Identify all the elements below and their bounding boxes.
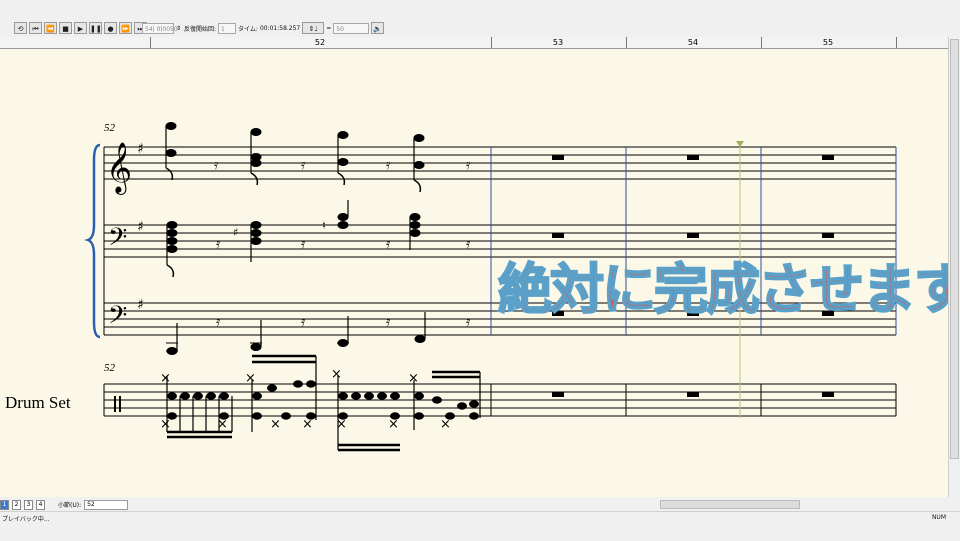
- bass-clef-icon: 𝄢: [108, 301, 127, 336]
- bar-number-input[interactable]: 52: [84, 499, 129, 510]
- speaker-icon[interactable]: 🔈: [371, 22, 385, 34]
- measure-ruler: 52 53 54 55: [0, 37, 948, 49]
- svg-text:×: ×: [336, 417, 347, 432]
- percussion-clef-icon: [119, 396, 121, 412]
- bass1-accidentals: ♯♮: [233, 219, 326, 239]
- ruler-tick: [761, 37, 762, 48]
- overlay-caption: 絶対に完成させます: [497, 257, 960, 322]
- svg-text:𝄿: 𝄿: [386, 314, 391, 330]
- svg-text:♯: ♯: [233, 226, 238, 239]
- measure-number-drums: 52: [104, 362, 116, 374]
- position-field[interactable]: 54| 0|0050: [142, 22, 178, 34]
- svg-text:𝄿: 𝄿: [214, 157, 219, 173]
- svg-text:𝄿: 𝄿: [466, 314, 471, 330]
- ruler-tick: [896, 37, 897, 48]
- svg-text:𝄿: 𝄿: [301, 157, 306, 173]
- rewind-start-button[interactable]: ⏮: [29, 22, 42, 34]
- ruler-measure-55[interactable]: 55: [823, 37, 833, 48]
- page-button-3[interactable]: 3: [24, 499, 33, 510]
- svg-text:×: ×: [160, 371, 171, 386]
- num-lock-indicator: NUM: [931, 514, 946, 521]
- ruler-tick: [491, 37, 492, 48]
- page-button-1[interactable]: 1: [0, 499, 9, 510]
- vertical-scrollbar[interactable]: [948, 37, 960, 497]
- ruler-tick: [150, 37, 151, 48]
- scroll-thumb[interactable]: [660, 500, 800, 509]
- stop-button[interactable]: ■: [59, 22, 72, 34]
- treble-staff: [104, 146, 896, 180]
- svg-text:×: ×: [160, 417, 171, 432]
- transport-controls: ⟲ ⏮ ⏪ ■ ▶ ❚❚ ● ⏩ ⏭: [14, 21, 147, 35]
- svg-text:𝄿: 𝄿: [301, 236, 306, 252]
- page-button-2[interactable]: 2: [12, 499, 21, 510]
- svg-text:×: ×: [270, 417, 281, 432]
- drum-staff: [104, 383, 896, 417]
- svg-text:×: ×: [331, 367, 342, 382]
- cursor-marker: [736, 141, 744, 147]
- treble-clef-icon: 𝄞: [106, 142, 132, 195]
- play-button[interactable]: ▶: [74, 22, 87, 34]
- svg-text:𝄿: 𝄿: [386, 157, 391, 173]
- status-bar: プレイバック中... NUM: [0, 511, 960, 541]
- page-controls: 1 2 3 4 小節(U): 52: [0, 499, 129, 510]
- svg-text:𝄿: 𝄿: [386, 236, 391, 252]
- repeat-select[interactable]: 1: [218, 22, 237, 34]
- svg-text:×: ×: [388, 417, 399, 432]
- sharp-icon: ♯: [137, 297, 144, 313]
- svg-text:×: ×: [217, 417, 228, 432]
- svg-text:×: ×: [302, 417, 313, 432]
- instrument-label: Drum Set: [5, 393, 71, 412]
- time-value: 00:01:58.257: [259, 24, 301, 32]
- svg-text:×: ×: [408, 371, 419, 386]
- toolbar: ⟲ ⏮ ⏪ ■ ▶ ❚❚ ● ⏩ ⏭ 54| 0|0050 ⇕ 反復開始回: 1…: [0, 0, 960, 38]
- ruler-tick: [626, 37, 627, 48]
- tempo-equals: =: [326, 24, 332, 32]
- svg-text:𝄿: 𝄿: [216, 236, 221, 252]
- bass1-notes: [166, 200, 421, 278]
- system-brace: [84, 143, 101, 339]
- sharp-icon: ♯: [137, 219, 144, 235]
- measure-number: 52: [104, 122, 116, 134]
- record-button[interactable]: ●: [104, 22, 117, 34]
- svg-text:×: ×: [440, 417, 451, 432]
- pause-button[interactable]: ❚❚: [89, 22, 102, 34]
- ruler-measure-54[interactable]: 54: [688, 37, 698, 48]
- fast-forward-button[interactable]: ⏩: [119, 22, 132, 34]
- svg-text:𝄿: 𝄿: [466, 236, 471, 252]
- spin-icon[interactable]: ⇕: [176, 25, 182, 32]
- percussion-clef-icon: [114, 396, 116, 412]
- drum-notes: [166, 354, 481, 452]
- tempo-field[interactable]: 50: [333, 22, 370, 34]
- time-label: タイム:: [238, 25, 258, 33]
- svg-text:×: ×: [245, 371, 256, 386]
- svg-text:𝄿: 𝄿: [301, 314, 306, 330]
- page-button-4[interactable]: 4: [36, 499, 45, 510]
- status-text: プレイバック中...: [2, 516, 50, 523]
- rewind-button[interactable]: ⏪: [44, 22, 57, 34]
- ruler-measure-52[interactable]: 52: [315, 37, 325, 48]
- svg-text:𝄿: 𝄿: [466, 157, 471, 173]
- horizontal-scrollbar[interactable]: [130, 499, 948, 510]
- bass-clef-icon: 𝄢: [108, 223, 127, 258]
- scroll-thumb[interactable]: [950, 39, 959, 459]
- svg-text:♮: ♮: [322, 219, 326, 232]
- bar-label: 小節(U):: [58, 502, 82, 509]
- bass2-rests: 𝄿 𝄿 𝄿 𝄿: [216, 314, 471, 330]
- sharp-icon: ♯: [137, 141, 144, 157]
- repeat-label: 反復開始回:: [184, 25, 217, 33]
- svg-text:𝄿: 𝄿: [216, 314, 221, 330]
- note-value-button[interactable]: ⇕♩: [302, 22, 325, 34]
- loop-button[interactable]: ⟲: [14, 22, 27, 34]
- ruler-measure-53[interactable]: 53: [553, 37, 563, 48]
